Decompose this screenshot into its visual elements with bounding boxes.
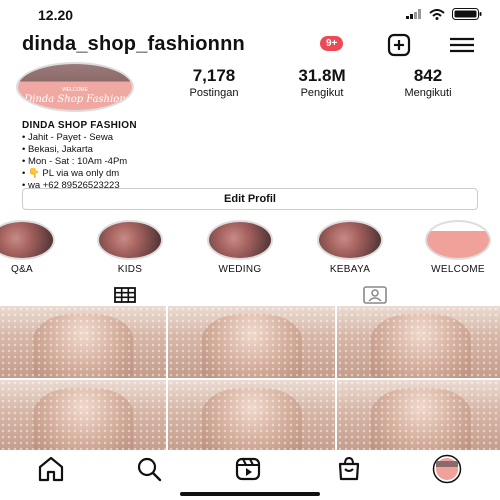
nav-home[interactable] bbox=[36, 454, 66, 484]
nav-reels[interactable] bbox=[233, 454, 263, 484]
home-indicator[interactable] bbox=[180, 492, 320, 496]
avatar[interactable]: WELCOME Dinda Shop Fashion bbox=[16, 62, 134, 112]
bio: DINDA SHOP FASHION • Jahit - Payet - Sew… bbox=[22, 120, 482, 192]
nav-shop[interactable] bbox=[334, 454, 364, 484]
grid-icon bbox=[114, 287, 136, 303]
bio-line: • Jahit - Payet - Sewa bbox=[22, 132, 113, 143]
post-texture bbox=[168, 380, 335, 452]
highlight-qa[interactable]: Q&A bbox=[0, 220, 62, 275]
tab-tagged[interactable] bbox=[250, 284, 500, 306]
avatar-brand: Dinda Shop Fashion bbox=[24, 94, 126, 105]
battery-icon bbox=[452, 8, 482, 20]
bio-line: • Mon - Sat : 10Am -4Pm bbox=[22, 156, 128, 167]
plus-square-icon bbox=[387, 33, 411, 57]
highlight-thumbnail bbox=[0, 220, 55, 260]
stat-posts[interactable]: 7,178 Postingan bbox=[172, 66, 256, 99]
bio-line: • 👇 PL via wa only dm bbox=[22, 168, 120, 179]
profile-header: dinda_shop_fashionnn 9+ bbox=[0, 30, 500, 60]
new-post-button[interactable] bbox=[386, 33, 414, 57]
nav-profile[interactable] bbox=[432, 454, 462, 484]
post-thumbnail[interactable] bbox=[168, 380, 335, 452]
shop-icon bbox=[338, 456, 360, 481]
status-icons bbox=[406, 8, 482, 20]
highlight-thumbnail bbox=[425, 220, 491, 260]
username[interactable]: dinda_shop_fashionnn bbox=[22, 33, 245, 56]
highlight-label: KEBAYA bbox=[329, 264, 371, 275]
profile-summary: WELCOME Dinda Shop Fashion 7,178 Posting… bbox=[0, 62, 500, 122]
status-bar: 12.20 bbox=[0, 0, 500, 28]
stat-posts-value: 7,178 bbox=[192, 66, 236, 85]
home-icon bbox=[38, 456, 64, 482]
avatar-logo: WELCOME Dinda Shop Fashion bbox=[18, 64, 132, 110]
menu-button[interactable] bbox=[448, 33, 476, 57]
post-texture bbox=[0, 306, 166, 378]
stat-followers[interactable]: 31.8M Pengikut bbox=[274, 66, 370, 99]
highlight-thumbnail bbox=[97, 220, 163, 260]
search-icon bbox=[137, 457, 162, 482]
bio-name: DINDA SHOP FASHION bbox=[22, 120, 137, 131]
tagged-icon bbox=[363, 286, 387, 304]
profile-tabs bbox=[0, 284, 500, 308]
notification-badge[interactable]: 9+ bbox=[320, 36, 344, 51]
reels-icon bbox=[235, 457, 261, 481]
highlight-thumbnail bbox=[317, 220, 383, 260]
post-texture bbox=[168, 306, 335, 378]
highlight-kids[interactable]: KIDS bbox=[90, 220, 170, 275]
highlight-kebaya[interactable]: KEBAYA bbox=[310, 220, 390, 275]
highlight-label: WELCOME bbox=[431, 264, 485, 275]
highlight-label: WEDING bbox=[218, 264, 262, 275]
tab-posts[interactable] bbox=[0, 284, 250, 308]
story-highlights: Q&A KIDS WEDING KEBAYA WELCOME bbox=[0, 220, 500, 280]
hamburger-menu-icon bbox=[450, 37, 474, 53]
bottom-navigation bbox=[0, 450, 500, 490]
highlight-label: KIDS bbox=[117, 264, 143, 275]
post-texture bbox=[337, 306, 500, 378]
post-thumbnail[interactable] bbox=[337, 306, 500, 378]
signal-icon bbox=[406, 9, 421, 19]
stat-following[interactable]: 842 Mengikuti bbox=[386, 66, 470, 99]
wifi-icon bbox=[429, 8, 445, 20]
stat-following-value: 842 bbox=[413, 66, 443, 85]
nav-search[interactable] bbox=[134, 454, 164, 484]
stat-followers-value: 31.8M bbox=[298, 66, 346, 85]
post-texture bbox=[0, 380, 166, 452]
highlight-thumbnail bbox=[207, 220, 273, 260]
avatar-tag: WELCOME bbox=[62, 87, 88, 93]
bio-line: • Bekasi, Jakarta bbox=[22, 144, 93, 155]
highlight-welcome[interactable]: WELCOME bbox=[418, 220, 498, 275]
highlight-label: Q&A bbox=[10, 264, 34, 275]
post-grid bbox=[0, 306, 500, 452]
post-thumbnail[interactable] bbox=[0, 306, 166, 378]
post-texture bbox=[337, 380, 500, 452]
edit-profile-button[interactable]: Edit Profil bbox=[22, 188, 478, 210]
post-thumbnail[interactable] bbox=[168, 306, 335, 378]
highlight-weding[interactable]: WEDING bbox=[200, 220, 280, 275]
stat-following-label: Mengikuti bbox=[404, 87, 452, 99]
post-thumbnail[interactable] bbox=[0, 380, 166, 452]
stat-posts-label: Postingan bbox=[189, 87, 239, 99]
status-time: 12.20 bbox=[38, 7, 74, 23]
profile-icon bbox=[432, 454, 462, 484]
stat-followers-label: Pengikut bbox=[300, 87, 344, 99]
post-thumbnail[interactable] bbox=[337, 380, 500, 452]
